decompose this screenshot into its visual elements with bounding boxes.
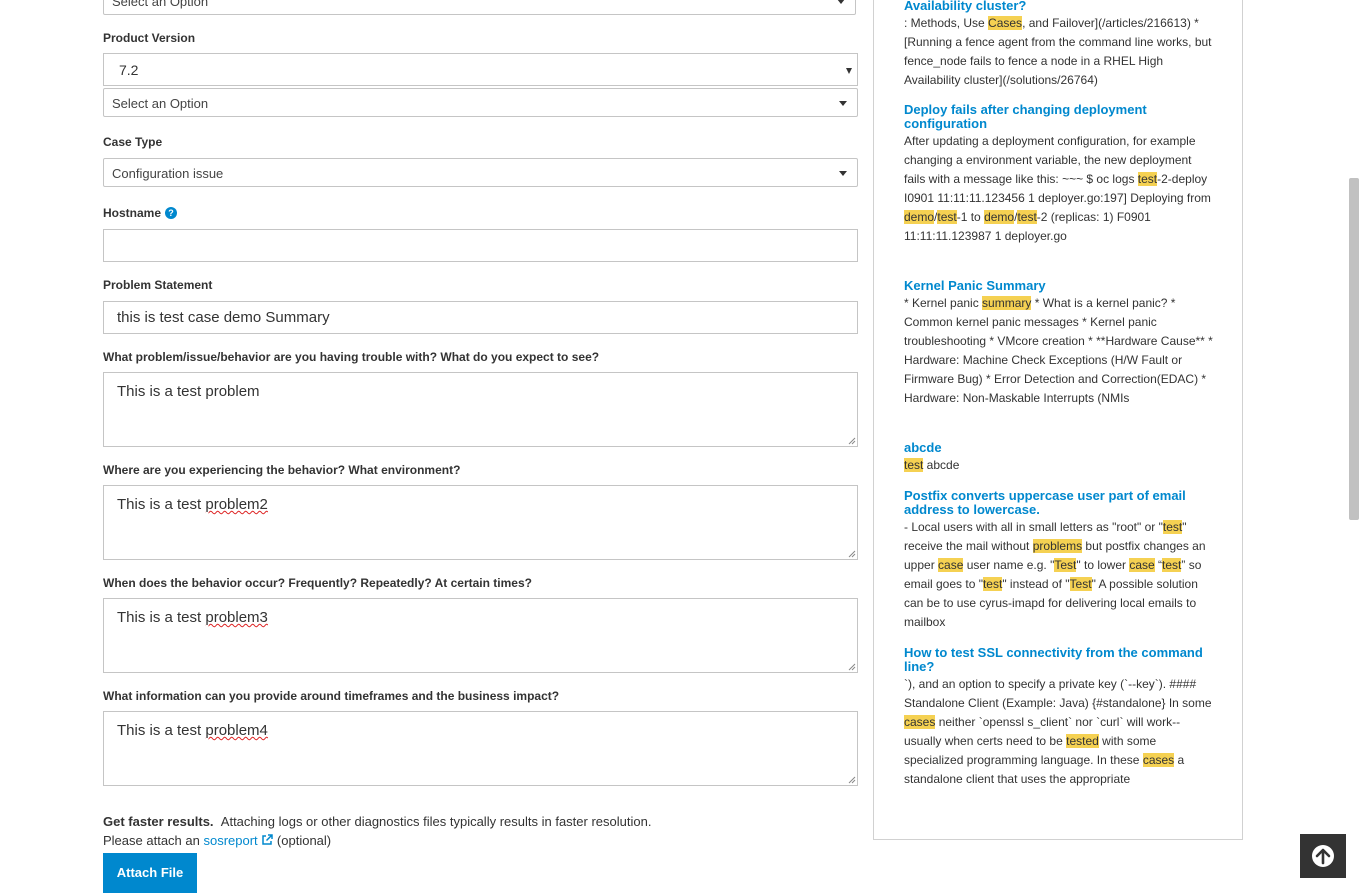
result-title[interactable]: Deploy fails after changing deployment c… bbox=[904, 103, 1214, 131]
highlighted-term: case bbox=[1129, 558, 1155, 572]
result-item: abcde test abcde bbox=[904, 441, 1214, 475]
q2-label: Where are you experiencing the behavior?… bbox=[103, 463, 461, 477]
q3-value-flagged: problem3 bbox=[205, 609, 268, 626]
external-link-icon bbox=[262, 834, 274, 845]
attach-hint-optional: (optional) bbox=[276, 833, 332, 848]
problem-statement-input[interactable]: this is test case demo Summary bbox=[103, 301, 858, 334]
problem-statement-label: Problem Statement bbox=[103, 278, 213, 292]
highlighted-term: test bbox=[982, 577, 1003, 591]
case-type-value: Configuration issue bbox=[112, 166, 224, 181]
hostname-input[interactable] bbox=[103, 229, 858, 262]
q2-value-prefix: This is a test bbox=[117, 496, 206, 513]
q3-value: This is a test problem3 bbox=[117, 609, 268, 626]
result-item: Postfix converts uppercase user part of … bbox=[904, 489, 1214, 632]
attach-hint: Get faster results. Attaching logs or ot… bbox=[103, 812, 651, 850]
highlighted-term: cases bbox=[1142, 753, 1175, 767]
top-select-value: Select an Option bbox=[112, 0, 209, 9]
attach-file-button-label: Attach File bbox=[116, 865, 184, 880]
top-select[interactable]: Select an Option bbox=[103, 0, 856, 15]
result-snippet: `), and an option to specify a private k… bbox=[904, 677, 1212, 786]
result-title[interactable]: How to test SSL connectivity from the co… bbox=[904, 646, 1214, 674]
resize-handle-icon[interactable] bbox=[848, 663, 856, 671]
highlighted-term: Test bbox=[1054, 558, 1077, 572]
question-circle-icon[interactable]: ? bbox=[165, 207, 178, 219]
case-type-select[interactable]: Configuration issue bbox=[103, 158, 858, 187]
highlighted-term: Test bbox=[1069, 577, 1092, 591]
result-snippet: : Methods, Use Cases, and Failover](/art… bbox=[904, 16, 1212, 87]
product-version-select[interactable]: 7.2 bbox=[103, 53, 858, 86]
q4-value-prefix: This is a test bbox=[117, 722, 206, 739]
hostname-label: Hostname? bbox=[103, 206, 178, 220]
problem-statement-value: this is test case demo Summary bbox=[117, 309, 330, 326]
highlighted-term: tested bbox=[1066, 734, 1099, 748]
arrow-up-circle-icon bbox=[1312, 845, 1334, 867]
sosreport-link-text: sosreport bbox=[203, 833, 258, 848]
highlighted-term: problems bbox=[1032, 539, 1083, 553]
chevron-down-icon bbox=[839, 101, 847, 106]
attach-hint-bold: Get faster results. bbox=[103, 814, 214, 829]
back-to-top-button[interactable] bbox=[1300, 834, 1346, 878]
case-type-label: Case Type bbox=[103, 135, 163, 149]
highlighted-term: test bbox=[1162, 558, 1182, 572]
result-title[interactable]: Postfix converts uppercase user part of … bbox=[904, 489, 1214, 517]
result-snippet: * Kernel panic summary * What is a kerne… bbox=[904, 296, 1213, 405]
q4-value-flagged: problem4 bbox=[205, 722, 268, 739]
highlighted-term: Cases bbox=[988, 16, 1023, 30]
resize-handle-icon[interactable] bbox=[848, 550, 856, 558]
product-version-value: 7.2 bbox=[119, 62, 139, 78]
highlighted-term: test bbox=[1017, 210, 1037, 224]
highlighted-term: demo bbox=[904, 210, 935, 224]
highlighted-term: test bbox=[904, 458, 924, 472]
attach-hint-prefix: Please attach an bbox=[103, 833, 204, 848]
result-title[interactable]: Availability cluster? bbox=[904, 0, 1214, 13]
q4-textarea[interactable]: This is a test problem4 bbox=[103, 711, 858, 786]
highlighted-term: case bbox=[938, 558, 964, 572]
product-version-sub-select[interactable]: Select an Option bbox=[103, 88, 858, 117]
result-title[interactable]: Kernel Panic Summary bbox=[904, 279, 1214, 293]
highlighted-term: test bbox=[1162, 520, 1183, 534]
resize-handle-icon[interactable] bbox=[848, 437, 856, 445]
chevron-down-icon bbox=[837, 0, 845, 4]
chevron-down-icon bbox=[846, 68, 852, 74]
result-snippet: After updating a deployment configuratio… bbox=[904, 134, 1211, 243]
hostname-label-text: Hostname bbox=[103, 206, 162, 220]
page-scrollbar[interactable] bbox=[1346, 0, 1360, 893]
attach-hint-text: Attaching logs or other diagnostics file… bbox=[220, 814, 652, 829]
highlighted-term: demo bbox=[984, 210, 1015, 224]
result-snippet: - Local users with all in small letters … bbox=[904, 520, 1206, 629]
sosreport-link[interactable]: sosreport bbox=[203, 833, 274, 848]
result-title[interactable]: abcde bbox=[904, 441, 1214, 455]
result-item: How to test SSL connectivity from the co… bbox=[904, 646, 1214, 789]
q1-label: What problem/issue/behavior are you havi… bbox=[103, 350, 600, 364]
product-version-label: Product Version bbox=[103, 31, 196, 45]
q1-value: This is a test problem bbox=[117, 383, 260, 400]
highlighted-term: test bbox=[937, 210, 957, 224]
result-snippet: test abcde bbox=[904, 458, 960, 472]
highlighted-term: test bbox=[1137, 172, 1158, 186]
q4-label: What information can you provide around … bbox=[103, 689, 560, 703]
result-item: Availability cluster? : Methods, Use Cas… bbox=[904, 0, 1214, 90]
q1-textarea[interactable]: This is a test problem bbox=[103, 372, 858, 447]
q2-value: This is a test problem2 bbox=[117, 496, 268, 513]
attach-hint-line2: Please attach an sosreport (optional) bbox=[103, 831, 651, 850]
highlighted-term: summary bbox=[982, 296, 1032, 310]
q3-value-prefix: This is a test bbox=[117, 609, 206, 626]
attach-hint-line1: Get faster results. Attaching logs or ot… bbox=[103, 812, 651, 831]
attach-file-button[interactable]: Attach File bbox=[103, 853, 197, 893]
product-version-sub-select-value: Select an Option bbox=[112, 96, 209, 111]
result-item: Deploy fails after changing deployment c… bbox=[904, 103, 1214, 246]
scrollbar-thumb[interactable] bbox=[1349, 178, 1359, 520]
q3-textarea[interactable]: This is a test problem3 bbox=[103, 598, 858, 673]
chevron-down-icon bbox=[839, 171, 847, 176]
highlighted-term: cases bbox=[904, 715, 936, 729]
resize-handle-icon[interactable] bbox=[848, 776, 856, 784]
q2-value-flagged: problem2 bbox=[205, 496, 268, 513]
q4-value: This is a test problem4 bbox=[117, 722, 268, 739]
q2-textarea[interactable]: This is a test problem2 bbox=[103, 485, 858, 560]
result-item: Kernel Panic Summary * Kernel panic summ… bbox=[904, 279, 1214, 408]
q3-label: When does the behavior occur? Frequently… bbox=[103, 576, 532, 590]
